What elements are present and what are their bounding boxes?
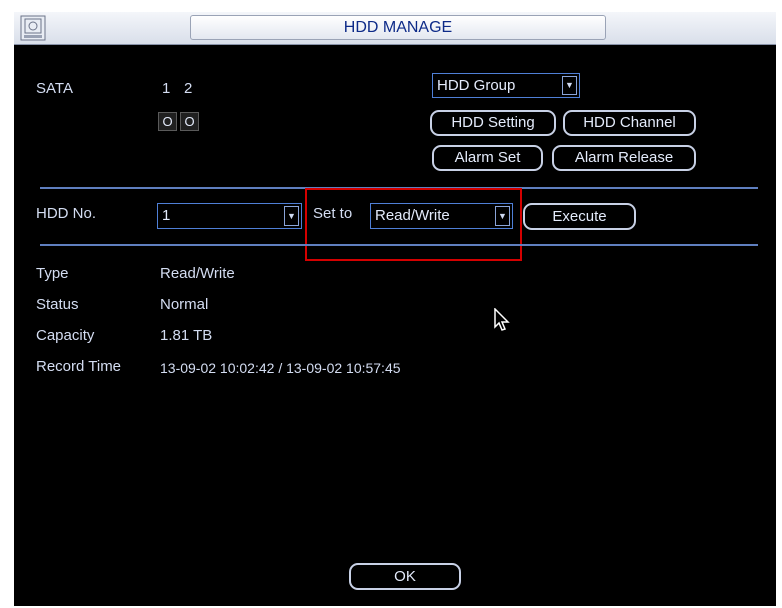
cursor-arrow-icon: [494, 308, 510, 331]
hdd-no-value: 1: [162, 207, 171, 224]
hdd-no-select[interactable]: 1 ▼: [157, 203, 302, 229]
title-bar: HDD MANAGE: [14, 12, 776, 45]
alarm-release-button[interactable]: Alarm Release: [552, 145, 696, 171]
type-value: Read/Write: [160, 265, 235, 282]
status-label: Status: [36, 296, 79, 313]
sata-label: SATA: [36, 80, 73, 97]
chevron-down-icon[interactable]: ▼: [284, 206, 299, 226]
chevron-down-icon[interactable]: ▼: [562, 76, 577, 95]
capacity-value: 1.81 TB: [160, 327, 213, 344]
type-label: Type: [36, 265, 69, 282]
sata-port-1-checkbox[interactable]: O: [158, 112, 177, 131]
hdd-setting-button[interactable]: HDD Setting: [430, 110, 556, 136]
divider-bottom: [40, 244, 758, 246]
capacity-label: Capacity: [36, 327, 95, 344]
sata-port-1-number: 1: [162, 80, 171, 97]
window-title: HDD MANAGE: [190, 15, 606, 40]
status-value: Normal: [160, 296, 209, 313]
record-time-value: 13-09-02 10:02:42 / 13-09-02 10:57:45: [160, 360, 401, 376]
hdd-group-value: HDD Group: [437, 77, 516, 94]
execute-button[interactable]: Execute: [523, 203, 636, 230]
sata-port-2-checkbox[interactable]: O: [180, 112, 199, 131]
hdd-manage-window: HDD MANAGE SATA 1 2 O O HDD Group ▼ HDD …: [14, 12, 776, 606]
highlight-box: [305, 188, 522, 261]
ok-button[interactable]: OK: [349, 563, 461, 590]
hdd-group-select[interactable]: HDD Group ▼: [432, 73, 580, 98]
alarm-set-button[interactable]: Alarm Set: [432, 145, 543, 171]
hdd-icon: [20, 15, 46, 41]
hdd-channel-button[interactable]: HDD Channel: [563, 110, 696, 136]
hdd-no-label: HDD No.: [36, 205, 97, 222]
sata-port-2-number: 2: [184, 80, 193, 97]
record-time-label: Record Time: [36, 358, 122, 375]
